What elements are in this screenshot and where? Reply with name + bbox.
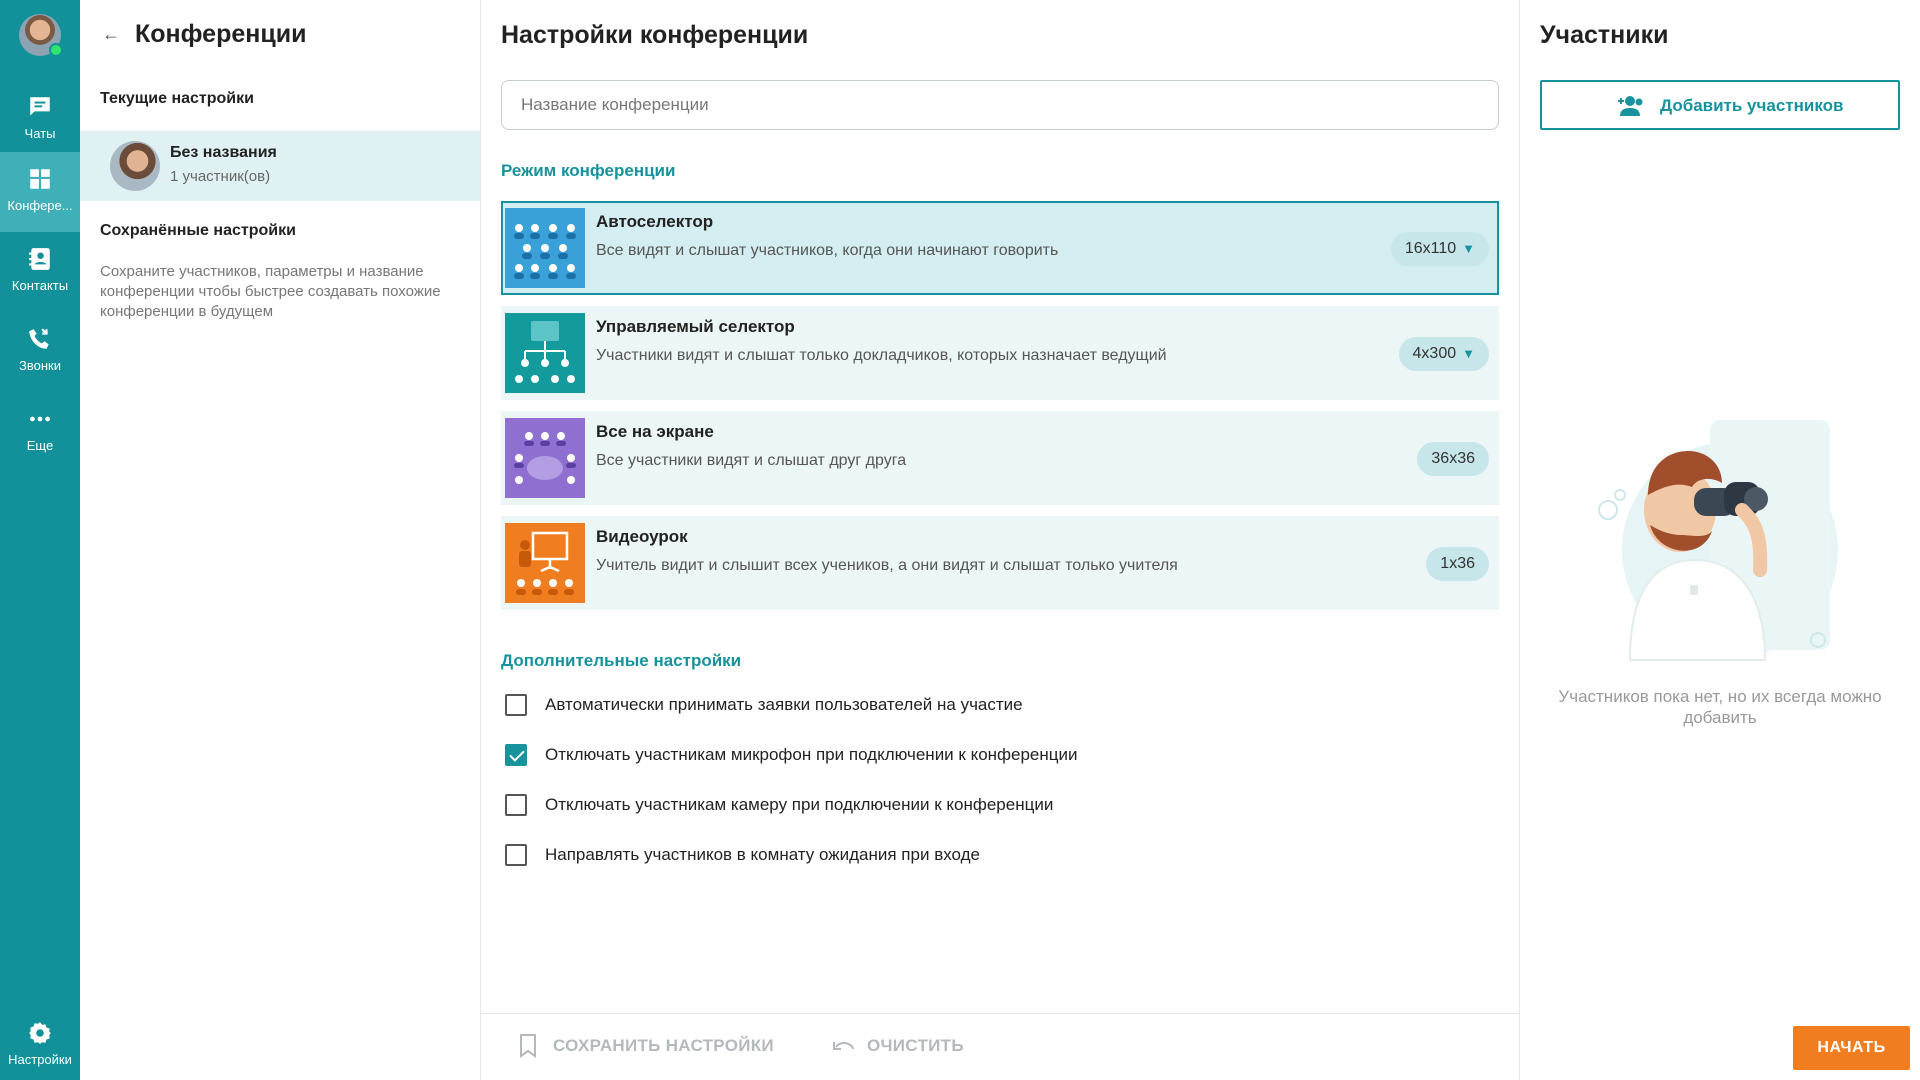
option-label: Отключать участникам микрофон при подклю… <box>545 745 1078 764</box>
mode-size-dropdown[interactable]: 4x300 ▼ <box>1398 337 1489 371</box>
current-conference-item[interactable]: Без названия 1 участник(ов) <box>80 131 480 201</box>
mode-autoselector[interactable]: Автоселектор Все видят и слышат участник… <box>501 201 1499 295</box>
rail-item-more[interactable]: Еще <box>0 392 80 472</box>
mode-title: Все на экране <box>596 422 714 441</box>
mode-title: Управляемый селектор <box>596 317 795 336</box>
chevron-down-icon: ▼ <box>1462 346 1475 361</box>
mode-description: Все участники видят и слышат друг друга <box>596 452 907 469</box>
participants-title: Участники <box>1540 21 1669 49</box>
conferences-header: ← Конференции <box>80 14 480 56</box>
checkbox[interactable] <box>505 844 527 866</box>
save-settings-button[interactable]: СОХРАНИТЬ НАСТРОЙКИ <box>517 1034 774 1058</box>
bookmark-icon <box>520 1034 536 1058</box>
extra-settings-heading: Дополнительные настройки <box>501 651 742 670</box>
mode-managed-selector[interactable]: Управляемый селектор Участники видят и с… <box>501 306 1499 400</box>
clear-button[interactable]: ОЧИСТИТЬ <box>831 1036 964 1056</box>
mode-description: Учитель видит и слышит всех учеников, а … <box>596 557 1178 574</box>
checkbox[interactable] <box>505 694 527 716</box>
mode-size-value: 36x36 <box>1431 450 1475 467</box>
online-status-indicator <box>49 43 63 57</box>
mode-size-value: 1x36 <box>1440 555 1475 572</box>
all-on-screen-icon <box>505 418 585 498</box>
add-participants-label: Добавить участников <box>1660 96 1844 115</box>
add-participants-button[interactable]: Добавить участников <box>1540 80 1900 130</box>
mode-description: Участники видят и слышат только докладчи… <box>596 347 1167 364</box>
managed-selector-icon <box>505 313 585 393</box>
mode-title: Автоселектор <box>596 212 714 231</box>
conference-name-input[interactable] <box>501 80 1499 130</box>
checkbox-checked[interactable] <box>505 744 527 766</box>
conference-avatar <box>110 141 160 191</box>
option-label: Направлять участников в комнату ожидания… <box>545 845 980 864</box>
mode-title: Видеоурок <box>596 527 688 546</box>
add-user-icon <box>1618 96 1643 116</box>
start-button[interactable]: НАЧАТЬ <box>1793 1026 1910 1070</box>
rail-label-calls: Звонки <box>19 358 61 373</box>
more-icon <box>30 416 50 422</box>
mode-heading: Режим конференции <box>501 161 676 180</box>
rail-label-contacts: Контакты <box>11 278 69 293</box>
rail-item-chats[interactable]: Чаты <box>0 80 80 160</box>
rail-label-settings: Настройки <box>8 1052 72 1067</box>
rail-label-chats: Чаты <box>24 126 56 141</box>
save-settings-label: СОХРАНИТЬ НАСТРОЙКИ <box>553 1036 774 1055</box>
saved-settings-heading: Сохранённые настройки <box>100 222 296 239</box>
mode-all-on-screen[interactable]: Все на экране Все участники видят и слыш… <box>501 411 1499 505</box>
chat-icon <box>30 97 50 116</box>
rail-label-more: Еще <box>26 438 54 453</box>
mode-description: Все видят и слышат участников, когда они… <box>596 242 1059 259</box>
conferences-panel: ← Конференции Текущие настройки Без назв… <box>80 0 481 1080</box>
settings-footer: СОХРАНИТЬ НАСТРОЙКИ ОЧИСТИТЬ <box>481 1013 1520 1080</box>
clear-label: ОЧИСТИТЬ <box>867 1036 964 1055</box>
rail-label-conferences: Конфере... <box>7 198 73 213</box>
gear-icon <box>29 1022 51 1044</box>
undo-icon <box>833 1042 854 1050</box>
current-settings-heading: Текущие настройки <box>100 90 254 107</box>
saved-settings-description: Сохраните участников, параметры и назван… <box>100 263 441 320</box>
checkbox[interactable] <box>505 794 527 816</box>
rail-item-calls[interactable]: Звонки <box>0 312 80 392</box>
contacts-icon <box>29 248 50 270</box>
mode-size-badge: 36x36 <box>1417 442 1489 476</box>
participants-panel: Участники Добавить участников Участников… <box>1520 0 1920 1080</box>
rail-item-contacts[interactable]: Контакты <box>0 232 80 312</box>
back-arrow-icon[interactable]: ← <box>102 24 120 45</box>
settings-title: Настройки конференции <box>501 21 809 49</box>
chevron-down-icon: ▼ <box>1462 241 1475 256</box>
rail-item-settings[interactable]: Настройки <box>0 1006 80 1080</box>
conference-settings-panel: Настройки конференции Режим конференции … <box>481 0 1520 1080</box>
conference-icon <box>30 169 50 189</box>
mode-size-badge: 1x36 <box>1426 547 1489 581</box>
mode-size-value: 16x110 <box>1404 240 1457 257</box>
mode-size-value: 4x300 <box>1412 345 1457 362</box>
video-lesson-icon <box>505 523 585 603</box>
option-label: Автоматически принимать заявки пользоват… <box>545 695 1023 714</box>
conference-name: Без названия <box>170 144 277 161</box>
mode-video-lesson[interactable]: Видеоурок Учитель видит и слышит всех уч… <box>501 516 1499 610</box>
autoselector-icon <box>505 208 585 288</box>
calls-icon <box>29 328 49 349</box>
option-label: Отключать участникам камеру при подключе… <box>545 795 1054 814</box>
binoculars-man-illustration <box>1598 420 1838 661</box>
rail-item-conferences[interactable]: Конфере... <box>0 152 80 232</box>
conference-participant-count: 1 участник(ов) <box>170 168 271 185</box>
conferences-title: Конференции <box>135 20 307 48</box>
nav-rail: Чаты Конфере... Контакты Звонки Еще Наст… <box>0 0 80 1080</box>
mode-size-dropdown[interactable]: 16x110 ▼ <box>1390 232 1489 266</box>
empty-participants-text: Участников пока нет, но их всегда можно … <box>1558 687 1882 727</box>
